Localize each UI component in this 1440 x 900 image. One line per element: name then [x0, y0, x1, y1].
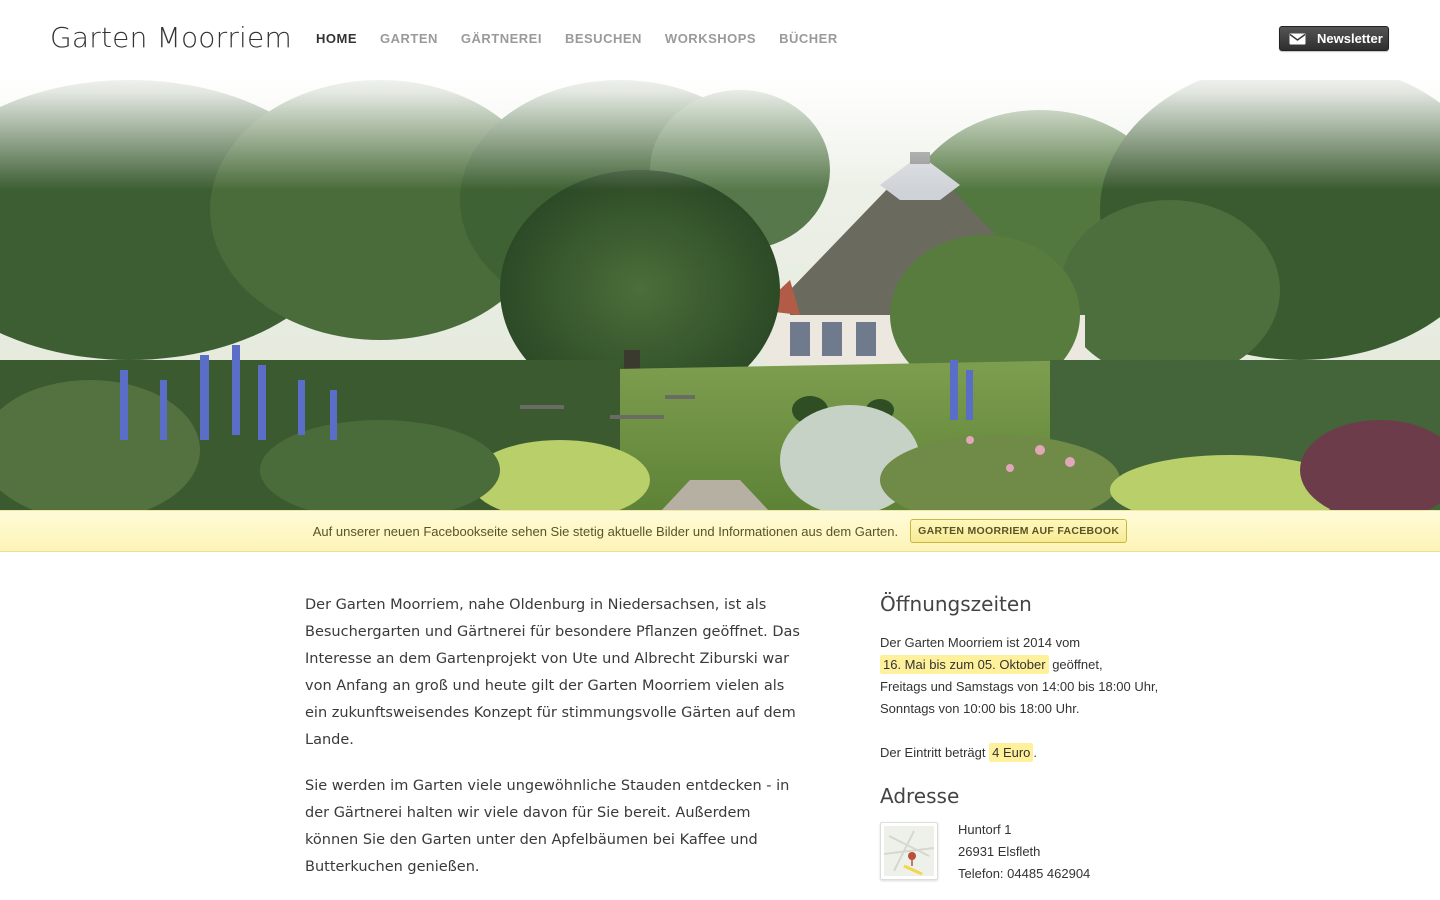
nav-item-gaertnerei[interactable]: GÄRTNEREI [461, 30, 542, 48]
opening-hours: Der Garten Moorriem ist 2014 vom 16. Mai… [880, 632, 1180, 720]
site-title[interactable]: Garten Moorriem [50, 18, 292, 58]
envelope-icon [1289, 33, 1306, 45]
map-pin-icon [883, 826, 935, 876]
hours-range-line: 16. Mai bis zum 05. Oktober geöffnet, [880, 654, 1180, 676]
facebook-notice-bar: Auf unserer neuen Facebookseite sehen Si… [0, 510, 1440, 552]
newsletter-button[interactable]: Newsletter [1279, 26, 1389, 51]
nav-item-garten[interactable]: GARTEN [380, 30, 438, 48]
notice-text: Auf unserer neuen Facebookseite sehen Si… [312, 523, 899, 539]
map-thumbnail[interactable] [880, 822, 938, 880]
hours-fri-sat: Freitags und Samstags von 14:00 bis 18:0… [880, 679, 1159, 694]
intro-paragraph-2: Sie werden im Garten viele ungewöhnliche… [305, 778, 790, 875]
hours-range-suffix: geöffnet, [1048, 657, 1103, 672]
address-phone: Telefon: 04485 462904 [958, 866, 1091, 881]
opening-hours-heading: Öffnungszeiten [880, 592, 1032, 616]
address-street: Huntorf 1 [958, 822, 1012, 837]
facebook-button[interactable]: GARTEN MOORRIEM AUF FACEBOOK [910, 519, 1128, 543]
nav-item-buecher[interactable]: BÜCHER [779, 30, 838, 48]
info-sidebar: Öffnungszeiten Der Garten Moorriem ist 2… [880, 590, 1180, 885]
newsletter-label: Newsletter [1317, 31, 1383, 46]
hours-sun: Sonntags von 10:00 bis 18:00 Uhr. [880, 701, 1080, 716]
hero-garden-image [0, 60, 1440, 512]
entry-prefix: Der Eintritt beträgt [880, 745, 990, 760]
nav-item-workshops[interactable]: WORKSHOPS [665, 30, 756, 48]
intro-paragraph-1: Der Garten Moorriem, nahe Oldenburg in N… [305, 597, 800, 748]
nav-item-besuchen[interactable]: BESUCHEN [565, 30, 642, 48]
address-block: Huntorf 1 26931 Elsfleth Telefon: 04485 … [880, 822, 1180, 885]
address-lines: Huntorf 1 26931 Elsfleth Telefon: 04485 … [958, 819, 1090, 885]
address-heading: Adresse [880, 784, 960, 808]
entry-suffix: . [1033, 745, 1038, 760]
entry-price-highlight: 4 Euro [989, 743, 1034, 762]
hours-range-highlight: 16. Mai bis zum 05. Oktober [880, 655, 1049, 674]
nav-item-home[interactable]: HOME [316, 30, 357, 48]
site-header: Garten Moorriem HOME GARTEN GÄRTNEREI BE… [0, 0, 1440, 80]
entry-fee: Der Eintritt beträgt 4 Euro. [880, 742, 1180, 764]
hours-intro: Der Garten Moorriem ist 2014 vom [880, 635, 1081, 650]
intro-text: Der Garten Moorriem, nahe Oldenburg in N… [305, 592, 805, 900]
main-nav: HOME GARTEN GÄRTNEREI BESUCHEN WORKSHOPS… [316, 30, 861, 48]
address-city: 26931 Elsfleth [958, 844, 1041, 859]
